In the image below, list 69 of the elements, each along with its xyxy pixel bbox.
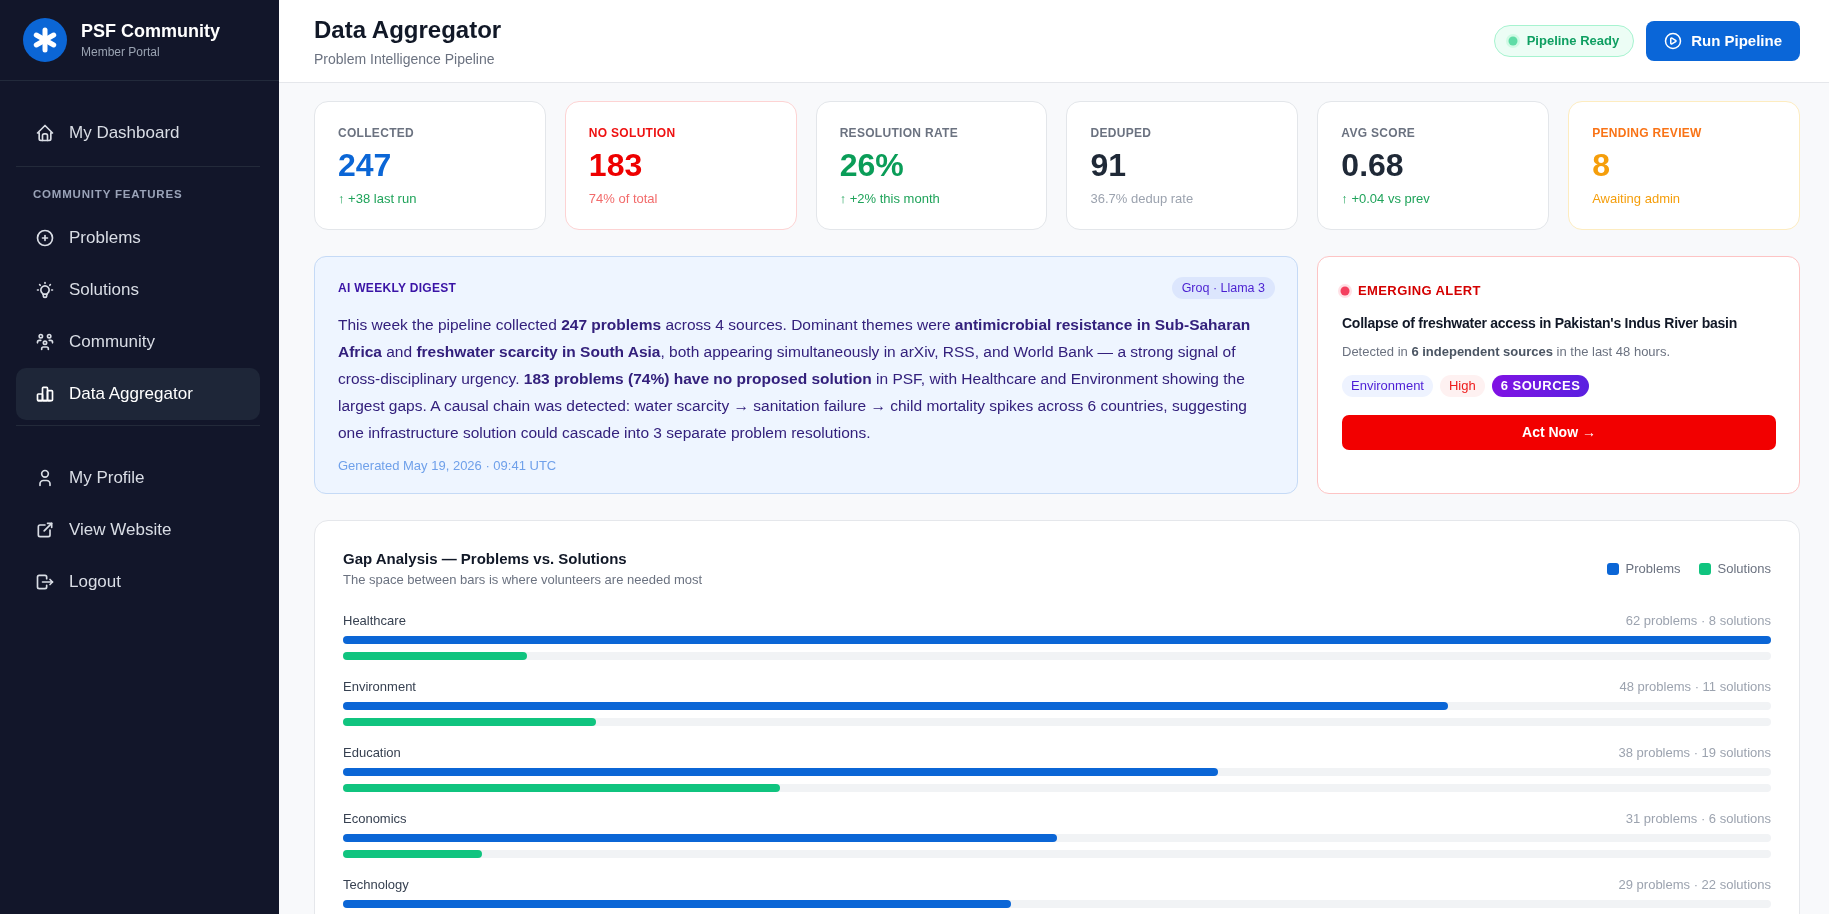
count-label: 62 problems · 8 solutions xyxy=(1625,612,1771,630)
page-subtitle: Problem Intelligence Pipeline xyxy=(314,49,496,68)
people-icon xyxy=(35,332,55,352)
lightbulb-icon xyxy=(35,280,55,300)
category-label: Healthcare xyxy=(343,612,406,630)
stat-value: 0.68 xyxy=(1341,146,1405,184)
home-icon xyxy=(35,123,55,143)
play-circle-icon xyxy=(1664,32,1683,50)
source-count-badge: 6 SOURCES xyxy=(1491,374,1590,397)
stat-label: PENDING REVIEW xyxy=(1592,125,1703,141)
category-label: Technology xyxy=(343,876,409,894)
run-pipeline-button[interactable]: Run Pipeline xyxy=(1646,21,1800,61)
stat-label: NO SOLUTION xyxy=(588,125,677,141)
count-label: 48 problems · 11 solutions xyxy=(1619,678,1771,696)
nav-item[interactable]: Community xyxy=(16,316,260,368)
stat-note: 74% of total xyxy=(588,190,659,208)
status-text: Pipeline Ready xyxy=(1526,32,1620,51)
bar-chart-icon xyxy=(35,384,55,404)
stat-note: 36.7% dedup rate xyxy=(1090,190,1195,208)
category-label: Education xyxy=(343,744,401,762)
alert-dot-icon xyxy=(1338,283,1352,298)
nav-item[interactable]: Problems xyxy=(16,212,260,264)
brand-subtitle: Member Portal xyxy=(81,44,161,61)
stat-value: 8 xyxy=(1592,146,1611,184)
external-link-icon xyxy=(35,520,55,540)
logout-icon xyxy=(35,572,55,592)
category-tag: Environment xyxy=(1342,374,1433,397)
stat-note: ↑ +38 last run xyxy=(338,190,418,208)
stat-label: DEDUPED xyxy=(1090,125,1153,141)
stat-value: 91 xyxy=(1090,146,1128,184)
chart-subtitle: The space between bars is where volunteers are needed most xyxy=(343,571,703,589)
legend-label: Problems xyxy=(1625,560,1681,579)
alert-details: Detected in 6 independent sources in the last 48 hours. xyxy=(1341,342,1672,361)
brand-name: PSF Community xyxy=(81,20,220,43)
stat-label: AVG SCORE xyxy=(1341,125,1417,141)
count-label: 29 problems · 22 solutions xyxy=(1618,876,1771,894)
digest-text: This week the pipeline collected 247 problems across 4 sources. Dominant themes were antimicrobial resistance in Sub-Saharan Africa and freshwater scarcity in South Asia, both appearing simultaneously in arXiv, RSS, and World Bank — a strong signal of cross-disciplinary urgency. 183 problems (74%) have no proposed solution in PSF, with Healthcare and Environment showing the largest gaps. A causal chain was detected: water scarcity → sanitation failure → child mortality spikes across 6 countries, suggesting one infrastructure solution could cascade into 3 separate problem resolutions. xyxy=(338,315,1252,443)
nav-item[interactable]: Logout xyxy=(16,556,260,608)
stat-value: 183 xyxy=(588,146,644,184)
asterisk-logo-icon xyxy=(23,18,67,62)
stat-label: COLLECTED xyxy=(338,125,416,141)
digest-heading: AI WEEKLY DIGEST xyxy=(338,280,457,297)
page-title: Data Aggregator xyxy=(314,14,502,45)
count-label: 38 problems · 19 solutions xyxy=(1618,744,1771,762)
section-heading: COMMUNITY FEATURES xyxy=(32,187,184,202)
status-dot-icon xyxy=(1505,34,1520,48)
legend-label: Solutions xyxy=(1717,560,1771,579)
stat-value: 247 xyxy=(338,146,393,184)
nav-item[interactable]: My Profile xyxy=(16,452,260,504)
stat-note: ↑ +2% this month xyxy=(839,190,941,208)
nav-item[interactable]: My Dashboard xyxy=(16,107,260,159)
chart-title: Gap Analysis — Problems vs. Solutions xyxy=(343,549,628,569)
nav-item[interactable]: View Website xyxy=(16,504,260,556)
count-label: 31 problems · 6 solutions xyxy=(1625,810,1771,828)
model-badge: Groq · Llama 3 xyxy=(1171,277,1275,299)
plus-circle-icon xyxy=(35,228,55,248)
generated-timestamp: Generated May 19, 2026 · 09:41 UTC xyxy=(338,457,558,475)
stat-note: Awaiting admin xyxy=(1592,190,1682,208)
stat-value: 26% xyxy=(839,146,905,184)
alert-heading: EMERGING ALERT xyxy=(1358,282,1481,300)
category-label: Economics xyxy=(343,810,407,828)
alert-title: Collapse of freshwater access in Pakistan's Indus River basin xyxy=(1341,313,1738,333)
severity-tag: High xyxy=(1440,374,1485,397)
nav-item[interactable]: Solutions xyxy=(16,264,260,316)
stat-label: RESOLUTION RATE xyxy=(839,125,959,141)
act-now-button[interactable]: Act Now → xyxy=(1342,414,1776,450)
stat-note: ↑ +0.04 vs prev xyxy=(1341,190,1431,208)
nav-item[interactable]: Data Aggregator xyxy=(16,368,260,420)
category-label: Environment xyxy=(343,678,416,696)
